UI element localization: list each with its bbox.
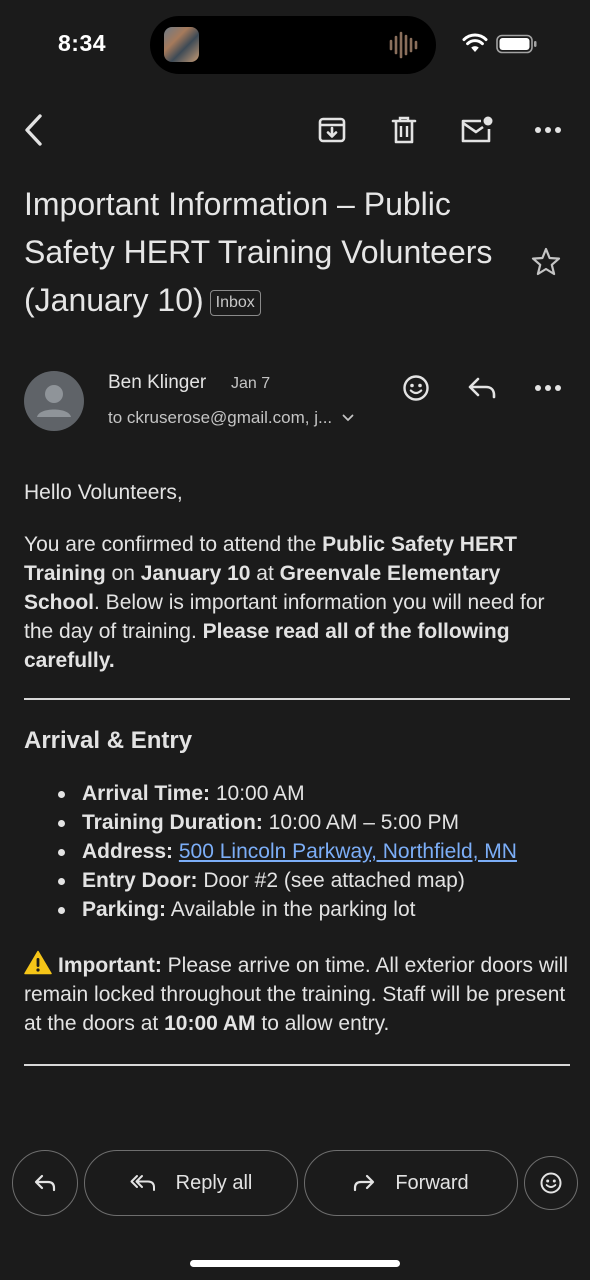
forward-icon: [354, 1174, 375, 1192]
list-item: Entry Door: Door #2 (see attached map): [58, 866, 572, 895]
important-notice: Important: Please arrive on time. All ex…: [24, 950, 572, 1038]
item-label: Arrival Time:: [82, 782, 210, 805]
reply-button[interactable]: [12, 1150, 78, 1216]
item-value: Door #2 (see attached map): [197, 869, 465, 892]
arrival-details-list: Arrival Time: 10:00 AM Training Duration…: [24, 779, 572, 924]
training-date: January 10: [140, 562, 251, 585]
smiley-icon: [403, 375, 429, 401]
intro-text: You are confirmed to attend the: [24, 533, 323, 556]
dynamic-island[interactable]: [150, 16, 436, 74]
item-label: Address:: [82, 840, 174, 863]
add-reaction-button[interactable]: [392, 364, 440, 412]
recipients-text: to ckruserose@gmail.com, j...: [108, 408, 333, 427]
back-arrow-icon: [25, 114, 42, 146]
intro-text: at: [250, 562, 280, 585]
reply-all-button[interactable]: Reply all: [84, 1150, 298, 1216]
star-button[interactable]: [522, 238, 570, 286]
important-text: to allow entry.: [255, 1012, 390, 1035]
wifi-icon: [462, 33, 488, 52]
home-indicator[interactable]: [190, 1260, 400, 1267]
status-bar: 8:34: [0, 0, 590, 88]
status-time: 8:34: [58, 30, 107, 56]
delete-button[interactable]: [380, 106, 428, 154]
list-item: Address: 500 Lincoln Parkway, Northfield…: [58, 837, 572, 866]
now-playing-artwork: [164, 27, 199, 62]
item-label: Entry Door:: [82, 869, 198, 892]
sender-name[interactable]: Ben Klinger: [108, 372, 206, 394]
intro-paragraph: You are confirmed to attend the Public S…: [24, 530, 572, 675]
intro-text: on: [105, 562, 141, 585]
mark-unread-icon: [461, 116, 493, 143]
person-icon: [37, 385, 71, 417]
email-subject: Important Information – Public Safety HE…: [24, 180, 514, 324]
item-value: Available in the parking lot: [166, 898, 416, 921]
reply-actions-bar: Reply all Forward: [0, 1150, 590, 1218]
item-label: Parking:: [82, 898, 167, 921]
item-value: 10:00 AM – 5:00 PM: [262, 811, 459, 834]
trash-icon: [391, 116, 417, 144]
archive-button[interactable]: [308, 106, 356, 154]
archive-icon: [318, 117, 346, 143]
reply-all-label: Reply all: [175, 1171, 253, 1194]
forward-label: Forward: [395, 1171, 469, 1194]
warning-icon: [24, 950, 52, 975]
inbox-label-chip[interactable]: Inbox: [209, 290, 261, 316]
recipients-toggle[interactable]: to ckruserose@gmail.com, j...: [108, 408, 354, 428]
important-label: Important:: [58, 954, 162, 977]
mark-unread-button[interactable]: [452, 106, 500, 154]
more-horizontal-icon: [535, 385, 561, 391]
chevron-down-icon: [342, 414, 354, 422]
divider: [24, 1064, 570, 1066]
battery-icon: [496, 34, 537, 54]
item-label: Training Duration:: [82, 811, 263, 834]
section-heading: Arrival & Entry: [24, 727, 193, 754]
divider: [24, 698, 570, 700]
sent-date: Jan 7: [231, 375, 271, 392]
list-item: Training Duration: 10:00 AM – 5:00 PM: [58, 808, 572, 837]
emoji-reaction-button[interactable]: [524, 1156, 578, 1210]
entry-time: 10:00 AM: [164, 1012, 256, 1035]
list-item: Parking: Available in the parking lot: [58, 895, 572, 924]
email-body: Hello Volunteers, You are confirmed to a…: [24, 478, 572, 1066]
forward-button[interactable]: Forward: [304, 1150, 518, 1216]
back-button[interactable]: [10, 106, 58, 154]
reply-button-header[interactable]: [458, 364, 506, 412]
address-link[interactable]: 500 Lincoln Parkway, Northfield, MN: [179, 840, 517, 863]
list-item: Arrival Time: 10:00 AM: [58, 779, 572, 808]
reply-all-icon: [130, 1175, 155, 1191]
sender-avatar[interactable]: [24, 371, 84, 431]
audio-waveform-icon: [389, 31, 418, 59]
email-toolbar: [0, 100, 590, 162]
more-options-button[interactable]: [524, 106, 572, 154]
reply-icon: [468, 377, 496, 399]
reply-icon: [34, 1174, 56, 1192]
message-more-button[interactable]: [524, 364, 572, 412]
greeting: Hello Volunteers,: [24, 481, 183, 504]
more-horizontal-icon: [535, 127, 561, 133]
smiley-icon: [540, 1172, 562, 1194]
star-icon: [531, 247, 561, 276]
item-value: 10:00 AM: [210, 782, 305, 805]
